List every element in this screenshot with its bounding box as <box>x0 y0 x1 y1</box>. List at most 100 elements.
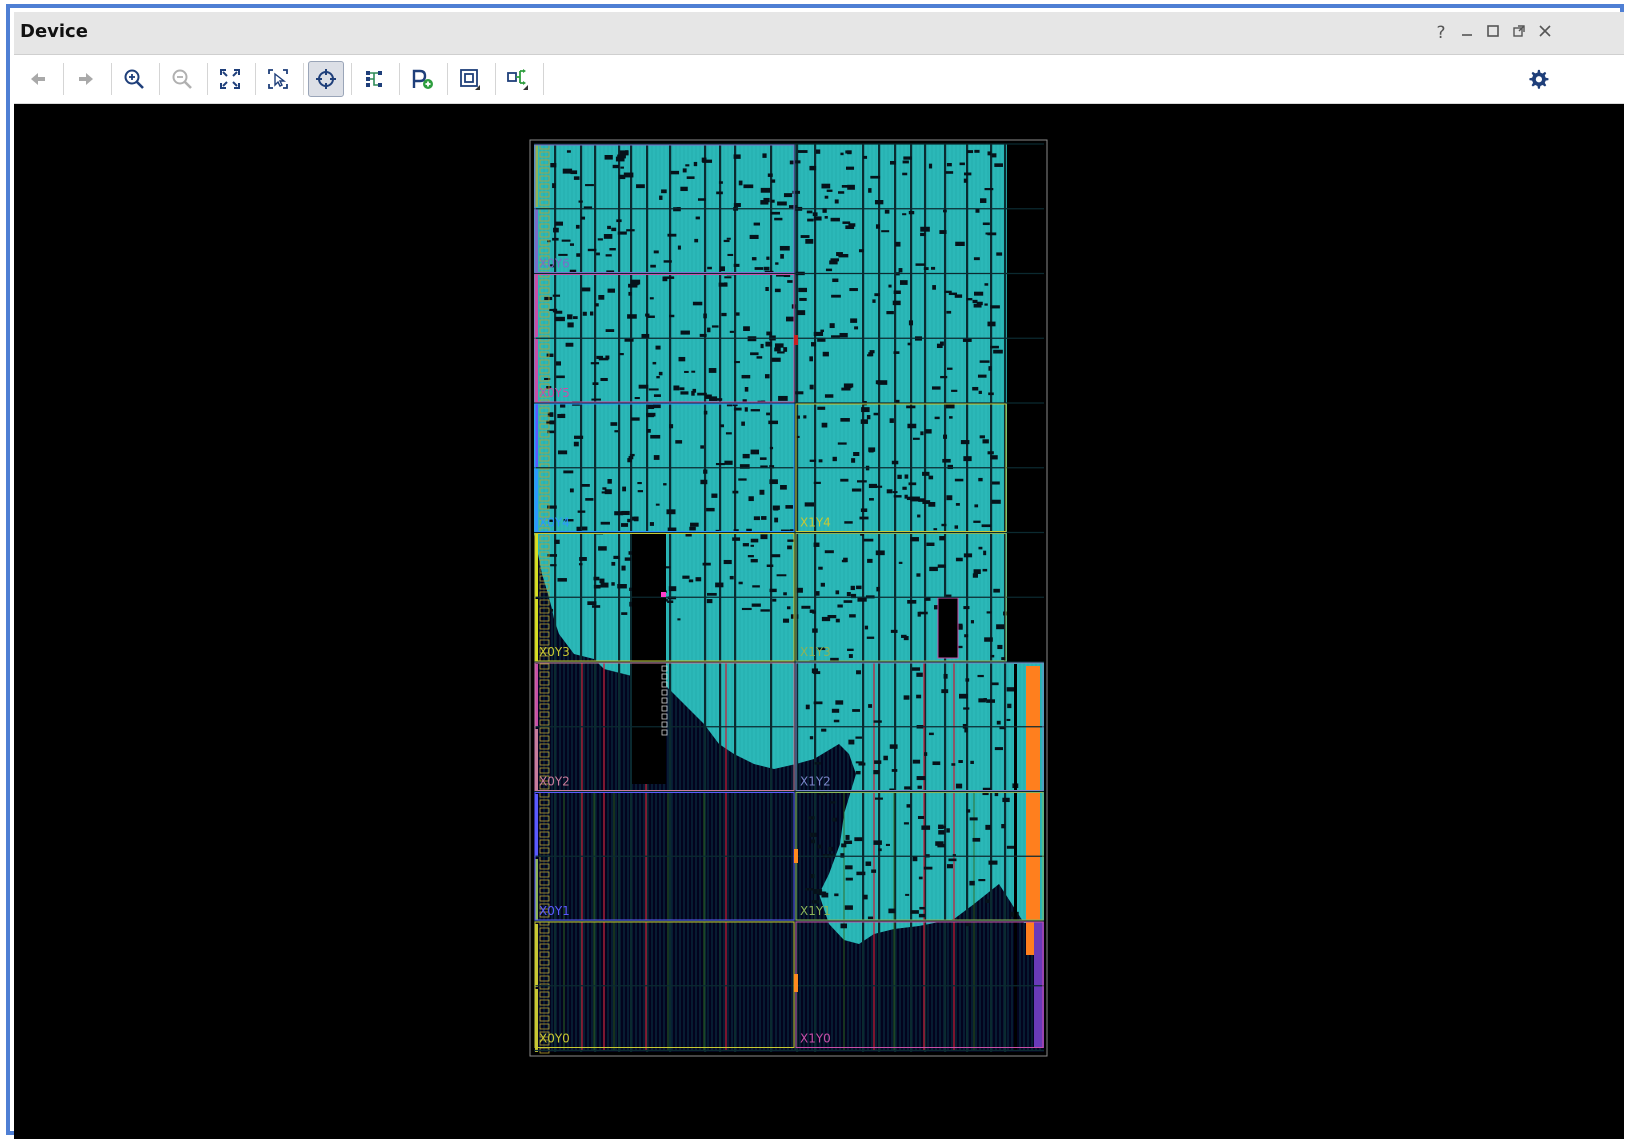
empty-site <box>605 329 615 332</box>
create-pblock-button[interactable] <box>404 61 440 97</box>
device-view[interactable]: X0Y0 X1Y0 X0Y1 X1Y1 X0Y2 X1Y2 X0Y3 X1Y3 X0Y4 X1Y4… <box>14 104 1624 1139</box>
empty-site <box>769 588 777 593</box>
empty-site <box>853 452 860 457</box>
empty-site <box>881 230 890 233</box>
routing-resources-button[interactable] <box>356 61 392 97</box>
empty-site <box>921 825 931 830</box>
maximize-button[interactable] <box>1483 22 1503 44</box>
clock-region-label: X1Y4 <box>800 516 831 530</box>
settings-button[interactable] <box>1520 61 1556 97</box>
empty-site <box>835 590 840 595</box>
float-button[interactable] <box>1509 22 1529 44</box>
empty-site <box>685 164 690 167</box>
empty-site <box>552 294 561 297</box>
empty-site <box>850 318 858 323</box>
back-button[interactable] <box>20 61 56 97</box>
empty-site <box>795 391 804 395</box>
empty-site <box>964 728 968 733</box>
empty-site <box>903 156 912 160</box>
empty-site <box>797 310 806 316</box>
empty-site <box>857 597 867 602</box>
empty-site <box>903 822 909 825</box>
empty-site <box>631 417 640 421</box>
empty-site <box>744 386 749 392</box>
empty-site <box>600 377 608 382</box>
empty-site <box>782 618 790 623</box>
zoom-fit-button[interactable] <box>212 61 248 97</box>
device-canvas[interactable]: X0Y0 X1Y0 X0Y1 X1Y1 X0Y2 X1Y2 X0Y3 X1Y3 X0Y4 X1Y4… <box>14 104 1624 1139</box>
empty-site <box>848 739 855 745</box>
empty-site <box>602 487 607 490</box>
empty-site <box>715 582 724 588</box>
empty-site <box>946 310 952 314</box>
empty-site <box>844 521 853 524</box>
empty-site <box>986 611 992 614</box>
close-button[interactable] <box>1535 22 1555 44</box>
empty-site <box>987 451 994 455</box>
io-bank <box>1026 666 1040 955</box>
empty-site <box>934 416 940 420</box>
empty-site <box>972 299 978 304</box>
empty-site <box>553 227 559 233</box>
cell-view-button[interactable] <box>452 61 488 97</box>
empty-site <box>646 428 651 433</box>
forward-button[interactable] <box>68 61 104 97</box>
empty-site <box>628 455 634 460</box>
empty-site <box>883 755 888 761</box>
empty-site <box>937 564 946 568</box>
empty-site <box>598 546 607 551</box>
empty-site <box>552 308 557 313</box>
empty-site <box>797 150 808 153</box>
zoom-out-button[interactable] <box>164 61 200 97</box>
empty-site <box>567 314 573 320</box>
empty-site <box>801 605 811 609</box>
empty-site <box>922 471 930 476</box>
empty-site <box>917 785 922 789</box>
routing-icon <box>366 71 382 87</box>
empty-site <box>763 266 770 271</box>
empty-site <box>771 554 781 558</box>
empty-site <box>759 489 765 495</box>
help-button[interactable]: ? <box>1431 22 1451 44</box>
empty-site <box>973 303 982 308</box>
zoom-selection-button[interactable] <box>260 61 296 97</box>
empty-site <box>752 585 760 588</box>
empty-site <box>931 266 936 270</box>
empty-site <box>612 164 619 169</box>
empty-site <box>581 526 588 531</box>
zoom-in-button[interactable] <box>116 61 152 97</box>
empty-site <box>724 460 733 465</box>
empty-site <box>874 797 883 800</box>
empty-site <box>872 299 876 303</box>
empty-site <box>592 605 601 608</box>
empty-site <box>834 199 839 204</box>
auto-fit-selection-button[interactable] <box>308 61 344 97</box>
clock-region-label: X0Y0 <box>539 1032 570 1046</box>
empty-site <box>617 154 626 159</box>
empty-site <box>972 573 978 578</box>
empty-site <box>990 654 995 658</box>
empty-site <box>725 432 732 435</box>
empty-site <box>649 522 654 526</box>
empty-site <box>878 848 882 852</box>
empty-site <box>928 163 933 169</box>
empty-site <box>795 160 801 164</box>
empty-site <box>874 293 880 297</box>
empty-site <box>618 174 626 180</box>
empty-site <box>966 809 971 813</box>
empty-site <box>719 266 726 272</box>
empty-site <box>963 707 970 710</box>
empty-site <box>638 384 649 389</box>
empty-site <box>843 600 853 603</box>
empty-site <box>973 569 981 575</box>
empty-site <box>658 371 663 376</box>
empty-site <box>779 245 790 251</box>
minimize-button[interactable] <box>1457 22 1477 44</box>
empty-site <box>960 440 970 445</box>
empty-site <box>1006 718 1011 721</box>
empty-site <box>629 453 635 457</box>
net-view-button[interactable] <box>500 61 536 97</box>
marker <box>794 849 798 863</box>
empty-site <box>978 879 986 882</box>
empty-site <box>842 221 851 224</box>
